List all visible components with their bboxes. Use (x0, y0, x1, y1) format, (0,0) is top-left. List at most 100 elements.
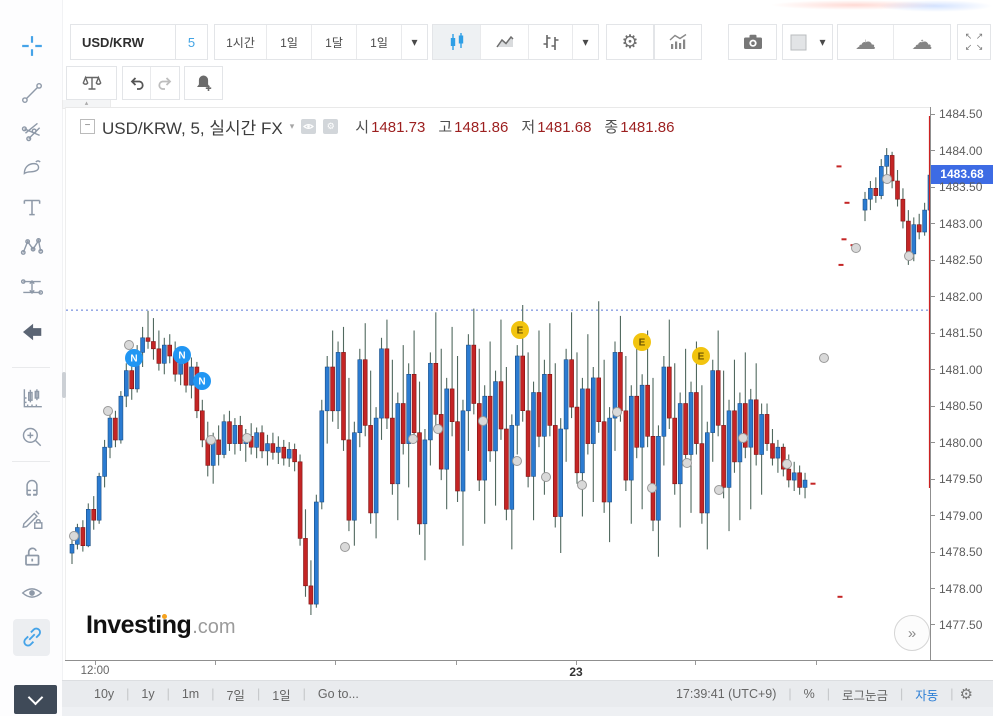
eye-icon (303, 122, 314, 131)
area-type-button[interactable] (481, 25, 529, 59)
interval-label: 1달 (325, 34, 343, 51)
fullscreen-button[interactable]: ↖↗↙↘ (957, 24, 991, 60)
legend-collapse-button[interactable]: − (80, 119, 95, 134)
sidebar-divider (12, 367, 50, 368)
minus-icon: − (85, 120, 91, 131)
interval-group: 1시간 1일 1달 1일 ▾ (214, 24, 428, 60)
xabcd-pattern-tool[interactable] (17, 232, 47, 262)
zoom-in-icon (20, 425, 44, 449)
auto-scale-button[interactable]: 자동 (903, 685, 950, 704)
measure-tool[interactable] (17, 383, 47, 413)
chart-type-dropdown-button[interactable]: ▾ (573, 25, 598, 59)
background-swatch-icon (790, 34, 807, 51)
price-axis[interactable]: 1483.68 1484.501484.001483.501483.001482… (930, 107, 993, 660)
clock-label: 17:39:41 (UTC+9) (664, 687, 788, 701)
logo-brand: Investing (86, 611, 191, 640)
close-value: 종1481.86 (604, 116, 674, 137)
price-tick-label: 1481.00 (931, 363, 982, 377)
chevron-down-icon: ▾ (819, 35, 825, 49)
chart-settings-button[interactable]: ⚙ (606, 24, 654, 60)
brush-icon (20, 156, 44, 180)
bottom-strip (62, 707, 993, 716)
range-1d-button[interactable]: 1일 (260, 685, 302, 704)
scroll-to-realtime-button[interactable]: » (894, 615, 930, 651)
gann-fib-tool[interactable] (17, 116, 47, 146)
legend-visibility-button[interactable] (301, 119, 316, 134)
investing-logo: Investing .com (86, 611, 236, 640)
magnet-tool[interactable] (17, 471, 47, 501)
interval-1h-button[interactable]: 1시간 (215, 25, 267, 59)
candlestick-chart[interactable]: NNNEEE (66, 108, 931, 661)
chart-left-handle[interactable] (62, 372, 66, 398)
svg-text:E: E (639, 338, 646, 349)
cloud-download-icon: ☁↓ (855, 32, 876, 53)
hide-all-tool[interactable] (17, 578, 47, 608)
undo-button[interactable] (123, 67, 151, 99)
background-color-button[interactable] (783, 25, 813, 59)
gear-icon: ⚙ (327, 121, 335, 132)
ohlc-bars-type-button[interactable] (529, 25, 573, 59)
interval-5-button[interactable]: 5 (175, 24, 208, 60)
brush-tool[interactable] (17, 153, 47, 183)
trend-line-icon (20, 81, 44, 105)
load-layout-button[interactable]: ☁↓ (838, 25, 894, 59)
interval-1d-button[interactable]: 1일 (267, 25, 312, 59)
background-dropdown-button[interactable]: ▾ (813, 25, 832, 59)
price-tick-label: 1483.50 (931, 180, 982, 194)
time-tick-label: 23 (569, 665, 582, 679)
top-edge-blue-glow (878, 0, 993, 12)
price-tick-label: 1483.00 (931, 217, 982, 231)
go-to-button[interactable]: Go to... (306, 687, 371, 701)
interval-dropdown-button[interactable]: ▾ (402, 25, 427, 59)
chevron-down-icon[interactable]: ▾ (290, 121, 295, 132)
price-tick-label: 1478.00 (931, 582, 982, 596)
range-10y-button[interactable]: 10y (82, 687, 126, 701)
axis-settings-gear-button[interactable]: ⚙ (954, 685, 979, 703)
cloud-upload-icon: ☁↑ (912, 32, 933, 53)
drawing-lock-tool[interactable] (17, 504, 47, 534)
back-tool[interactable] (17, 317, 47, 347)
zoom-in-tool[interactable] (17, 422, 47, 452)
crosshair-tool[interactable] (17, 31, 47, 61)
sidebar-collapse-button[interactable] (14, 685, 57, 714)
trend-line-tool[interactable] (17, 78, 47, 108)
screenshot-button[interactable] (728, 24, 777, 60)
add-alert-button[interactable] (184, 66, 223, 100)
chevron-down-icon (28, 690, 44, 706)
crosshair-icon (20, 34, 44, 58)
interval-1mo-button[interactable]: 1달 (312, 25, 357, 59)
candlestick-type-button[interactable] (433, 25, 481, 59)
price-tick-label: 1482.00 (931, 290, 982, 304)
interval-1d2-button[interactable]: 1일 (357, 25, 402, 59)
legend-settings-button[interactable]: ⚙ (323, 119, 338, 134)
link-tool[interactable] (17, 622, 47, 652)
price-tick-label: 1477.50 (931, 618, 982, 632)
unlocked-padlock-icon (20, 544, 44, 568)
symbol-button[interactable]: USD/KRW (70, 24, 176, 60)
chart-pane[interactable]: NNNEEE − USD/KRW, 5, 실시간 FX ▾ ⚙ 시1481.73… (65, 107, 931, 661)
fullscreen-icon: ↖↗↙↘ (963, 31, 985, 53)
text-tool[interactable] (17, 192, 47, 222)
price-tick-label: 1480.50 (931, 399, 982, 413)
logo-suffix: .com (192, 616, 235, 640)
range-1y-button[interactable]: 1y (129, 687, 166, 701)
lock-all-tool[interactable] (17, 541, 47, 571)
indicators-button[interactable] (654, 24, 702, 60)
compare-scales-button[interactable] (66, 66, 117, 100)
percent-scale-button[interactable]: % (792, 687, 827, 701)
save-layout-button[interactable]: ☁↑ (894, 25, 950, 59)
back-arrow-icon (20, 320, 44, 344)
log-scale-button[interactable]: 로그눈금 (830, 685, 900, 704)
time-axis[interactable]: 12:0023 (65, 660, 993, 681)
undo-redo-group (122, 66, 180, 100)
long-short-position-tool[interactable] (17, 272, 47, 302)
range-7d-button[interactable]: 7일 (214, 685, 256, 704)
legend-title: USD/KRW, 5, 실시간 FX (102, 114, 283, 139)
range-1m-button[interactable]: 1m (170, 687, 211, 701)
price-tick-label: 1478.50 (931, 545, 982, 559)
price-tick-label: 1484.50 (931, 107, 982, 121)
symbol-label: USD/KRW (82, 35, 144, 50)
background-group: ▾ (782, 24, 833, 60)
svg-text:N: N (130, 354, 137, 365)
redo-button[interactable] (151, 67, 179, 99)
